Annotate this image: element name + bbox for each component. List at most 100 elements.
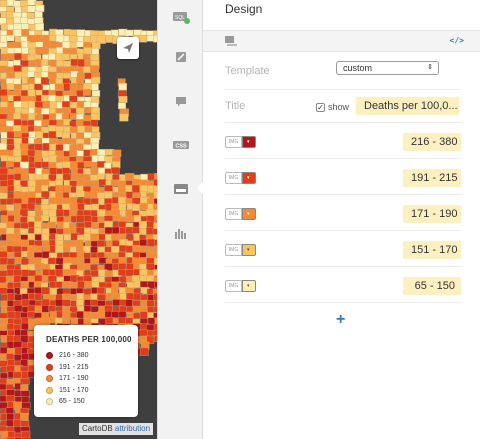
county xyxy=(117,233,127,241)
title-input[interactable]: Deaths per 100,0... xyxy=(356,97,459,115)
title-label: Title xyxy=(225,100,246,112)
county xyxy=(146,238,156,247)
county xyxy=(41,119,49,127)
county xyxy=(124,29,134,37)
filters-tool-button[interactable] xyxy=(158,218,204,248)
county xyxy=(91,76,101,84)
county xyxy=(125,209,134,217)
image-picker[interactable]: IMG xyxy=(225,208,242,220)
template-select[interactable]: custom ⇕ xyxy=(336,61,439,75)
county xyxy=(97,293,106,302)
wizard-tool-button[interactable] xyxy=(158,42,204,72)
county xyxy=(96,209,106,218)
item-label-input[interactable]: 65 - 150 xyxy=(403,277,461,295)
attribution-prefix: CartoDB xyxy=(82,424,113,433)
county xyxy=(91,180,99,187)
county xyxy=(111,161,121,169)
county xyxy=(21,60,30,68)
legend-item-row: IMG ▾ 171 - 190 xyxy=(225,195,461,231)
tool-sidebar: SQL CSS xyxy=(157,0,203,439)
legend-item-label: 216 - 380 xyxy=(59,352,89,360)
infowindow-tool-button[interactable] xyxy=(158,87,204,117)
image-picker[interactable]: IMG xyxy=(225,136,242,148)
legend-color-dot xyxy=(46,363,53,371)
county xyxy=(119,113,129,122)
county xyxy=(104,270,114,277)
county xyxy=(55,191,63,199)
county xyxy=(77,59,86,67)
county xyxy=(6,311,16,320)
county xyxy=(20,420,30,428)
county xyxy=(41,190,51,198)
county xyxy=(19,216,29,224)
county xyxy=(83,114,92,122)
county xyxy=(6,131,15,139)
color-picker[interactable]: ▾ xyxy=(242,244,256,256)
sql-tool-button[interactable]: SQL xyxy=(158,2,204,32)
county xyxy=(34,23,44,31)
county xyxy=(133,312,141,320)
county xyxy=(54,244,65,253)
color-picker[interactable]: ▾ xyxy=(242,172,256,184)
show-title-checkbox[interactable]: ✓ xyxy=(316,103,325,112)
legend-item-row: IMG ▾ 151 - 170 xyxy=(225,231,461,267)
county xyxy=(0,167,9,175)
county xyxy=(69,203,79,211)
county xyxy=(132,203,141,212)
css-tool-button[interactable]: CSS xyxy=(158,130,204,160)
county xyxy=(90,113,100,121)
county xyxy=(69,29,78,37)
county xyxy=(139,35,148,43)
county xyxy=(118,102,127,110)
county xyxy=(13,269,23,277)
item-label-input[interactable]: 171 - 190 xyxy=(403,205,461,223)
county xyxy=(6,269,15,277)
county xyxy=(91,90,101,97)
color-picker[interactable]: ▾ xyxy=(242,136,256,148)
county xyxy=(75,190,85,198)
county xyxy=(27,70,35,78)
county xyxy=(83,89,91,96)
code-view-button[interactable]: </> xyxy=(450,36,464,45)
panel-title: Design xyxy=(225,2,263,16)
county xyxy=(62,197,72,205)
item-label-input[interactable]: 151 - 170 xyxy=(403,241,461,259)
speech-bubble-icon xyxy=(176,97,186,107)
county xyxy=(97,154,106,163)
color-picker[interactable]: ▾ xyxy=(242,208,256,220)
county xyxy=(84,191,92,199)
legend-item-row: IMG ▾ 216 - 380 xyxy=(225,123,461,159)
county xyxy=(90,257,100,265)
county xyxy=(34,293,43,301)
legend-color-dot xyxy=(46,352,53,360)
county xyxy=(83,160,92,168)
county xyxy=(91,281,101,288)
color-picker[interactable]: ▾ xyxy=(242,280,256,292)
county xyxy=(63,83,72,91)
add-item-button[interactable]: + xyxy=(336,311,345,329)
county xyxy=(132,245,141,253)
county xyxy=(146,35,155,42)
county xyxy=(13,149,22,158)
item-label-input[interactable]: 191 - 215 xyxy=(403,169,461,187)
county xyxy=(89,264,99,271)
county xyxy=(13,131,22,138)
county xyxy=(0,324,8,332)
item-label-input[interactable]: 216 - 380 xyxy=(403,133,461,151)
image-picker[interactable]: IMG xyxy=(225,280,242,292)
county xyxy=(117,196,127,204)
image-picker[interactable]: IMG xyxy=(225,244,242,256)
attribution-link[interactable]: attribution xyxy=(115,424,150,433)
county xyxy=(5,160,14,168)
county xyxy=(13,16,22,24)
county xyxy=(55,269,64,277)
map-view[interactable]: DEATHS PER 100,000 216 - 380 191 - 215 171… xyxy=(0,0,157,439)
image-picker[interactable]: IMG xyxy=(225,172,242,184)
county xyxy=(0,23,9,31)
county xyxy=(54,83,64,92)
county xyxy=(84,281,93,289)
legend-icon xyxy=(174,184,188,194)
share-button[interactable] xyxy=(117,37,139,59)
attribution: CartoDB attribution xyxy=(79,423,154,435)
legend-editor-icon[interactable] xyxy=(225,36,237,46)
